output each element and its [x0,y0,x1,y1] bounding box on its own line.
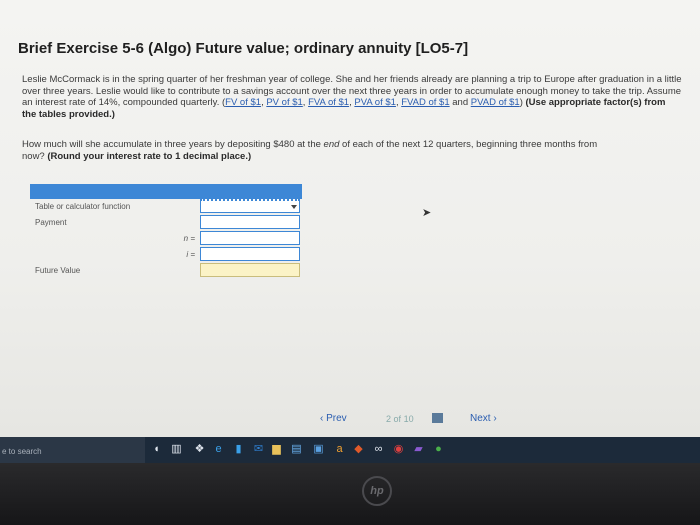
amazon-icon[interactable]: a [333,443,346,456]
table-row-payment: Payment [30,215,302,231]
answer-table: Table or calculator function Payment n =… [30,184,302,279]
link-pvad-of-1[interactable]: PVAD of $1 [471,97,520,108]
question-italic: end [323,139,340,150]
mouse-pointer-icon: ➤ [422,207,432,219]
taskbar: e to search ◖ ▥ ❖ e ▮ ✉ ▆ ▤ ▣ a ◆ ∞ ◉ ▰ … [0,437,700,463]
link-fva-of-1[interactable]: FVA of $1 [308,97,349,108]
i-caption: i = [186,250,195,259]
page-of: of [393,414,402,424]
app-icon-2[interactable]: ▣ [312,443,325,456]
payment-label: Payment [35,218,67,227]
page-title: Brief Exercise 5-6 (Algo) Future value; … [18,40,469,57]
laptop-bezel: hp [0,463,700,525]
n-caption: n = [183,234,195,243]
table-row-future-value: Future Value [30,263,302,279]
taskbar-search[interactable]: e to search [0,437,145,463]
opera-icon[interactable]: ◉ [392,443,405,456]
task-view-icon[interactable]: ▥ [170,443,183,456]
table-row-i: i = [30,247,302,263]
link-fvad-of-1[interactable]: FVAD of $1 [401,97,449,108]
table-row-function: Table or calculator function [30,199,302,215]
browser-screen: Brief Exercise 5-6 (Algo) Future value; … [0,0,700,437]
problem-and: and [449,97,471,108]
infinity-icon[interactable]: ∞ [372,443,385,456]
future-value-output [200,263,300,277]
mail-icon[interactable]: ✉ [252,443,265,456]
folder-icon[interactable]: ▆ [270,443,283,456]
future-value-label: Future Value [35,266,81,275]
page-indicator: 2 of 10 [386,414,414,424]
n-input[interactable] [200,231,300,245]
next-button[interactable]: Next › [470,413,497,424]
function-select[interactable] [200,199,300,213]
edge-icon[interactable]: e [212,443,225,456]
link-pv-of-1[interactable]: PV of $1 [266,97,302,108]
store-icon[interactable]: ▮ [232,443,245,456]
chevron-down-icon[interactable] [291,205,297,209]
function-label: Table or calculator function [35,202,131,211]
page-current: 2 [386,414,392,424]
app-icon[interactable]: ▤ [290,443,303,456]
chrome-icon[interactable]: ● [432,443,445,456]
hp-logo: hp [362,476,392,506]
app-icon-4[interactable]: ▰ [412,443,425,456]
prev-button[interactable]: ‹ Prev [320,413,347,424]
dropbox-icon[interactable]: ❖ [193,443,206,456]
question-instruction: (Round your interest rate to 1 decimal p… [47,150,252,162]
question-text: How much will she accumulate in three ye… [22,139,622,162]
question-body: How much will she accumulate in three ye… [22,139,324,150]
app-icon-3[interactable]: ◆ [352,443,365,456]
link-pva-of-1[interactable]: PVA of $1 [354,97,396,108]
grid-menu-icon[interactable] [432,413,443,423]
i-input[interactable] [200,247,300,261]
problem-text: Leslie McCormack is in the spring quarte… [22,74,682,120]
microphone-icon[interactable]: ◖ [150,443,163,456]
problem-close: ) [519,97,523,108]
table-row-n: n = [30,231,302,247]
payment-input[interactable] [200,215,300,229]
page-total: 10 [403,414,414,424]
answer-table-header [30,184,302,199]
link-fv-of-1[interactable]: FV of $1 [225,97,261,108]
